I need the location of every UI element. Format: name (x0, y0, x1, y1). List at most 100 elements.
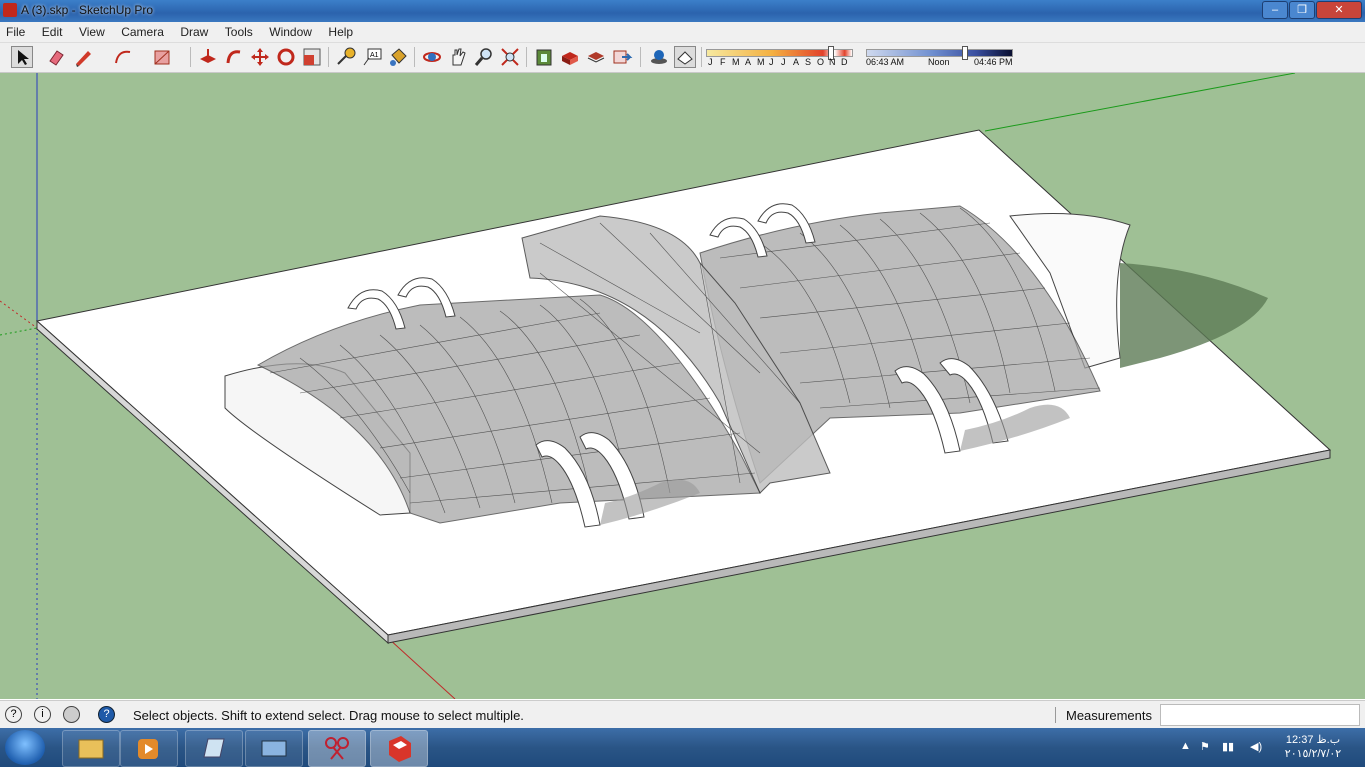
show-hidden-icons[interactable]: ▲ (1180, 740, 1191, 752)
network-icon (261, 740, 287, 757)
clock-date: ٢٠١٥/٢/٧/٠٢ (1284, 748, 1342, 760)
pencil-tool-button[interactable] (72, 46, 94, 68)
month-label: J (708, 57, 713, 67)
menu-tools[interactable]: Tools (219, 22, 259, 42)
select-icon (18, 50, 29, 65)
month-label: O (817, 57, 825, 67)
rotate-tool-button[interactable] (275, 46, 297, 68)
instructor-help-icon[interactable]: ? (98, 706, 115, 723)
move-tool-button[interactable] (249, 46, 271, 68)
sunset-time-label: 04:46 PM (974, 57, 1013, 67)
menu-view[interactable]: View (73, 22, 111, 42)
shadow-time-slider[interactable] (866, 49, 1013, 57)
taskbar-snipping-tool[interactable] (308, 730, 366, 767)
taskbar-media-player[interactable] (120, 730, 178, 767)
component-icon (562, 52, 578, 65)
component-button[interactable] (559, 46, 581, 68)
model-canvas[interactable] (0, 73, 1365, 699)
menu-window[interactable]: Window (263, 22, 318, 42)
menu-edit[interactable]: Edit (36, 22, 69, 42)
share-model-button[interactable] (585, 46, 607, 68)
snipping-tool-icon (325, 737, 349, 760)
eraser-icon (49, 50, 64, 66)
arc-tool-button[interactable] (112, 46, 134, 68)
sketchup-app-icon (3, 3, 17, 17)
media-player-icon (138, 739, 158, 759)
clock[interactable]: 12:37 ب.ظ ٢٠١٥/٢/٧/٠٢ (1278, 733, 1348, 761)
month-label: N (829, 57, 836, 67)
rotate-icon (277, 48, 295, 66)
follow-me-tool-button[interactable] (223, 46, 245, 68)
orbit-icon (423, 52, 441, 62)
green-axis-dotted (0, 327, 38, 336)
taskbar-network[interactable] (245, 730, 303, 767)
follow-me-icon (226, 50, 241, 64)
measurements-input[interactable] (1160, 704, 1360, 726)
model-viewport[interactable] (0, 73, 1365, 699)
scale-tool-button[interactable] (301, 46, 323, 68)
fog-icon (677, 51, 693, 65)
3d-warehouse-button[interactable] (533, 46, 555, 68)
menu-camera[interactable]: Camera (115, 22, 170, 42)
zoom-tool-button[interactable] (473, 46, 495, 68)
taskbar-explorer[interactable] (62, 730, 120, 767)
pan-icon (452, 48, 466, 66)
tape-measure-tool-button[interactable] (335, 46, 357, 68)
move-icon (251, 48, 269, 66)
text-icon: A1 (363, 48, 382, 66)
select-tool-button[interactable] (11, 46, 33, 68)
pencil-icon (76, 51, 91, 67)
sketchup-icon (389, 736, 411, 762)
menu-help[interactable]: Help (322, 22, 359, 42)
month-label: A (793, 57, 800, 67)
taskbar-notepad[interactable] (185, 730, 243, 767)
menu-draw[interactable]: Draw (174, 22, 214, 42)
zoom-extents-tool-button[interactable] (499, 46, 521, 68)
menu-file[interactable]: File (0, 22, 31, 42)
status-bar: ? i ? Select objects. Shift to extend se… (0, 700, 1365, 729)
title-bar: A (3).skp - SketchUp Pro – ❐ ✕ (0, 0, 1365, 22)
month-label: D (841, 57, 848, 67)
clock-time: 12:37 ب.ظ (1285, 734, 1341, 746)
orbit-tool-button[interactable] (421, 46, 443, 68)
shadow-time-thumb[interactable] (962, 46, 968, 60)
notepad-icon (203, 738, 225, 758)
svg-text:A1: A1 (370, 52, 379, 59)
pan-tool-button[interactable] (447, 46, 469, 68)
month-label: S (805, 57, 812, 67)
paint-bucket-icon (390, 48, 407, 66)
geo-location-icon[interactable]: ? (5, 706, 22, 723)
text-tool-button[interactable]: A1 (361, 46, 383, 68)
green-axis (984, 73, 1296, 132)
rectangle-tool-button[interactable] (151, 46, 173, 68)
month-label: A (745, 57, 752, 67)
shadows-toggle-button[interactable] (648, 46, 670, 68)
user-icon[interactable] (63, 706, 80, 723)
fog-toggle-button[interactable] (674, 46, 696, 68)
minimize-button[interactable]: – (1262, 1, 1288, 19)
start-button[interactable] (5, 730, 45, 765)
flag-tray-icon[interactable]: ⚑ (1200, 740, 1210, 753)
maximize-button[interactable]: ❐ (1289, 1, 1315, 19)
status-hint: Select objects. Shift to extend select. … (133, 708, 524, 723)
toolbar: A1 J F M A M J J A S O N D 06:43 AM Noon… (0, 43, 1365, 73)
volume-tray-icon[interactable]: ◀) (1250, 740, 1262, 753)
taskbar-sketchup[interactable] (370, 730, 428, 767)
rectangle-icon (154, 50, 170, 65)
credits-icon[interactable]: i (34, 706, 51, 723)
close-button[interactable]: ✕ (1316, 1, 1362, 19)
scale-icon (303, 48, 321, 66)
measurements-label: Measurements (1066, 708, 1152, 723)
share-model-icon (587, 52, 605, 63)
shadows-icon (651, 50, 667, 64)
network-tray-icon[interactable]: ▮▮ (1222, 740, 1234, 753)
window-title: A (3).skp - SketchUp Pro (21, 3, 154, 17)
month-label: J (781, 57, 786, 67)
tape-measure-icon (337, 47, 356, 65)
push-pull-tool-button[interactable] (197, 46, 219, 68)
eraser-tool-button[interactable] (45, 46, 67, 68)
zoom-icon (474, 48, 492, 66)
send-to-layout-button[interactable] (611, 46, 633, 68)
red-axis-dotted (0, 300, 38, 329)
paint-bucket-tool-button[interactable] (387, 46, 409, 68)
